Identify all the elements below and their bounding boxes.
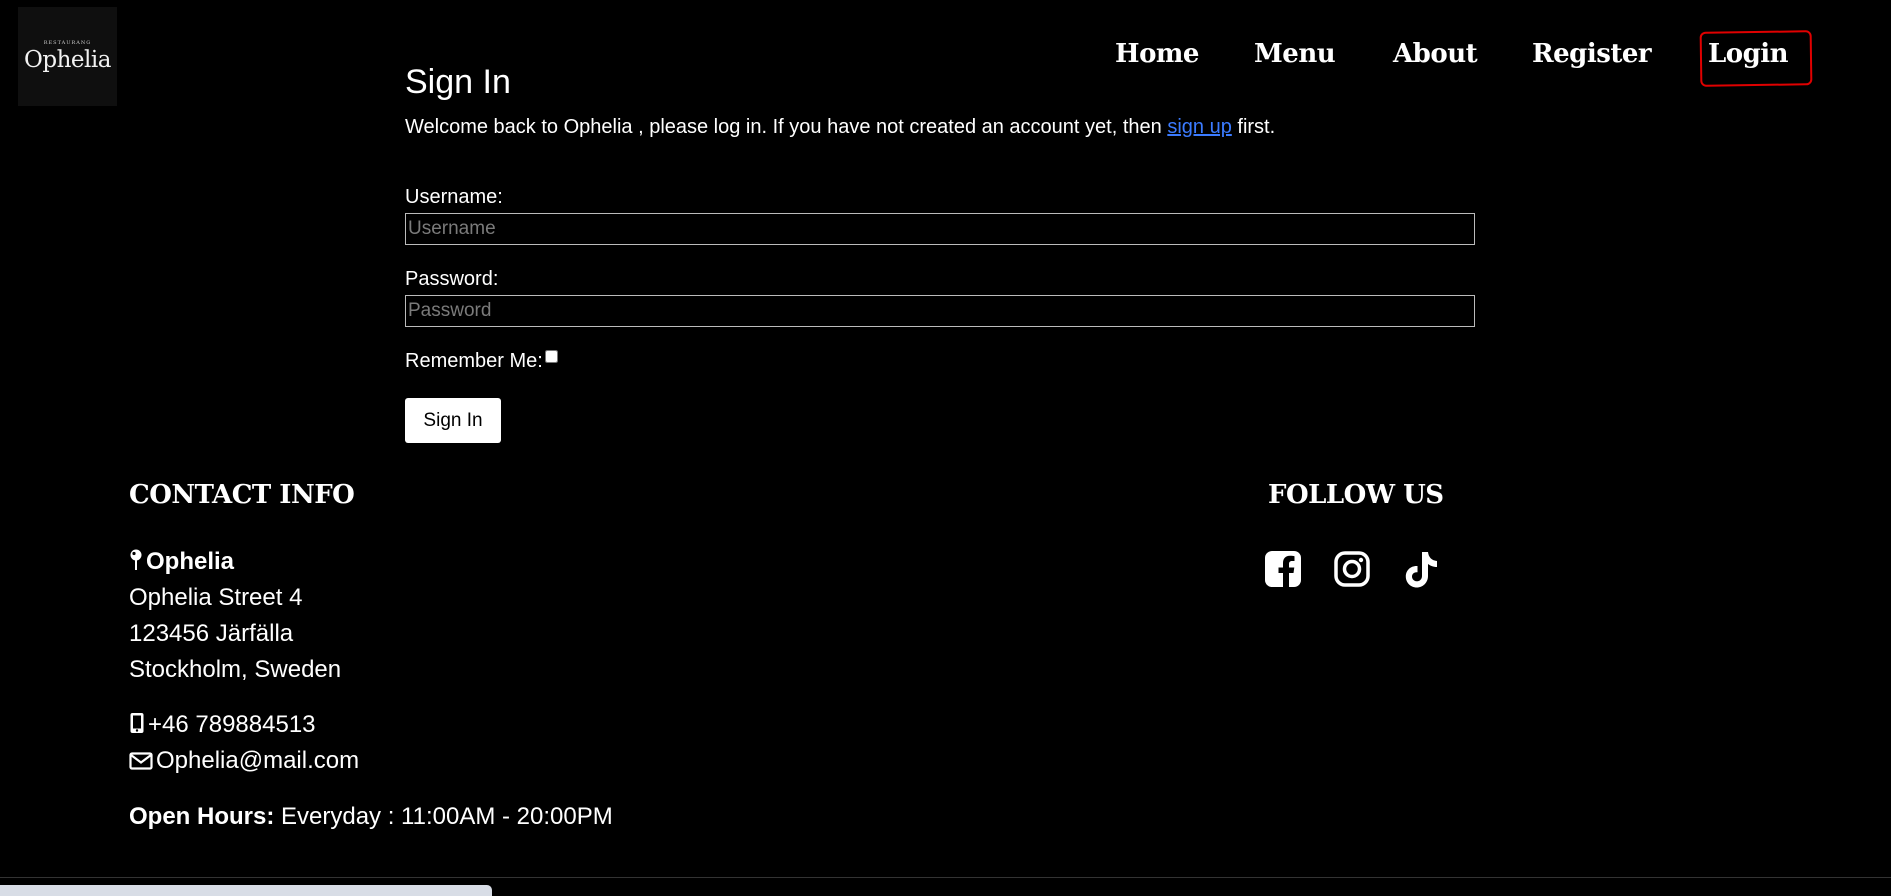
username-label: Username: <box>405 186 503 208</box>
nav-about[interactable]: About <box>1393 34 1478 74</box>
page: RESTAURANG Ophelia Home Menu About Regis… <box>0 0 1891 896</box>
remember-label: Remember Me: <box>405 350 543 372</box>
signup-link[interactable]: sign up <box>1167 116 1232 138</box>
contact-city: Stockholm, Sweden <box>129 656 342 683</box>
nav-menu[interactable]: Menu <box>1254 34 1336 74</box>
password-label: Password: <box>405 268 499 290</box>
contact-name: Ophelia <box>146 548 235 575</box>
welcome-text-before: Welcome back to Ophelia , please log in.… <box>405 116 1168 138</box>
restaurant-logo[interactable]: RESTAURANG Ophelia <box>18 7 117 106</box>
remember-me: Remember Me: <box>405 350 558 373</box>
open-hours: Open Hours: Everyday : 11:00AM - 20:00PM <box>129 803 613 831</box>
contact-name-row: Ophelia <box>129 548 234 578</box>
open-hours-label: Open Hours: <box>129 803 275 830</box>
contact-email[interactable]: Ophelia@mail.com <box>156 747 359 774</box>
remember-checkbox[interactable] <box>544 350 558 363</box>
welcome-text: Welcome back to Ophelia , please log in.… <box>405 116 1275 139</box>
follow-heading: FOLLOW US <box>1268 480 1444 510</box>
instagram-icon[interactable] <box>1333 550 1371 588</box>
nav-home[interactable]: Home <box>1115 34 1199 74</box>
contact-street: Ophelia Street 4 <box>129 584 303 611</box>
welcome-text-after: first. <box>1231 116 1276 138</box>
nav-login[interactable]: Login <box>1708 34 1789 74</box>
envelope-icon <box>129 749 153 777</box>
username-input[interactable] <box>405 213 1475 245</box>
password-input[interactable] <box>405 295 1475 327</box>
contact-heading: CONTACT INFO <box>129 480 355 510</box>
nav-register[interactable]: Register <box>1532 34 1652 74</box>
page-title: Sign In <box>405 63 511 101</box>
contact-phone-row: +46 789884513 <box>129 711 316 741</box>
open-hours-value: Everyday : 11:00AM - 20:00PM <box>274 803 613 830</box>
contact-postal: 123456 Järfälla <box>129 620 294 647</box>
signin-button[interactable]: Sign In <box>405 398 501 443</box>
map-pin-icon <box>129 549 143 578</box>
contact-phone[interactable]: +46 789884513 <box>148 711 316 738</box>
tiktok-icon[interactable] <box>1402 550 1440 590</box>
logo-name: Ophelia <box>24 47 111 73</box>
bottom-divider <box>0 877 1891 878</box>
mobile-phone-icon <box>129 712 145 741</box>
contact-email-row: Ophelia@mail.com <box>129 747 359 777</box>
browser-status-bar <box>0 885 492 896</box>
facebook-icon[interactable] <box>1264 550 1302 588</box>
logo-subtitle: RESTAURANG <box>43 40 92 46</box>
